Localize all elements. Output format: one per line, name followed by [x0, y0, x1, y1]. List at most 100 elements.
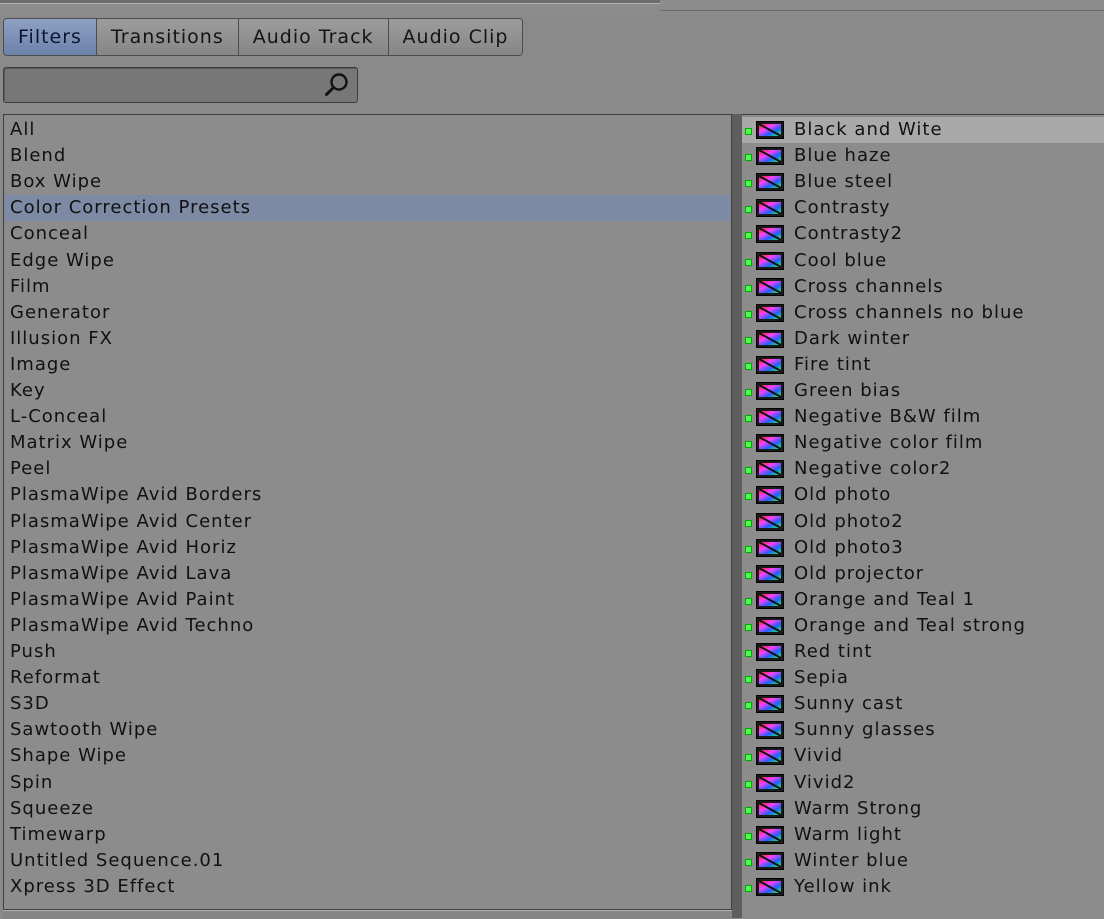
effect-item[interactable]: Negative B&W film — [742, 404, 1104, 430]
effect-item[interactable]: Negative color2 — [742, 456, 1104, 482]
color-effect-icon — [756, 538, 784, 557]
effect-item[interactable]: Orange and Teal 1 — [742, 587, 1104, 613]
effect-item[interactable]: Red tint — [742, 639, 1104, 665]
effect-item[interactable]: Green bias — [742, 378, 1104, 404]
effect-item[interactable]: Winter blue — [742, 848, 1104, 874]
category-item[interactable]: All — [4, 117, 731, 143]
effect-item[interactable]: Yellow ink — [742, 874, 1104, 900]
color-effect-icon — [756, 877, 784, 896]
tab-transitions[interactable]: Transitions — [96, 19, 239, 55]
status-dot-icon — [745, 780, 752, 788]
category-item[interactable]: Xpress 3D Effect — [4, 874, 731, 900]
tab-audio-clip[interactable]: Audio Clip — [388, 19, 523, 55]
effect-item[interactable]: Sepia — [742, 665, 1104, 691]
status-dot-icon — [745, 545, 752, 553]
effect-item[interactable]: Orange and Teal strong — [742, 613, 1104, 639]
effect-label: Cross channels no blue — [794, 301, 1025, 323]
category-item[interactable]: Push — [4, 639, 731, 665]
effect-item[interactable]: Vivid — [742, 743, 1104, 769]
effect-label: Red tint — [794, 641, 873, 662]
effect-list[interactable]: Black and Wite Blue haze Blue steel Contras… — [742, 114, 1104, 918]
category-item[interactable]: PlasmaWipe Avid Borders — [4, 482, 731, 508]
category-item[interactable]: Key — [4, 378, 731, 404]
category-item[interactable]: Squeeze — [4, 796, 731, 822]
category-item[interactable]: PlasmaWipe Avid Lava — [4, 561, 731, 587]
effect-item[interactable]: Fire tint — [742, 352, 1104, 378]
effect-item[interactable]: Sunny glasses — [742, 717, 1104, 743]
status-dot-icon — [745, 597, 752, 605]
category-item[interactable]: Generator — [4, 300, 731, 326]
status-dot-icon — [745, 180, 752, 188]
effect-item[interactable]: Contrasty — [742, 195, 1104, 221]
category-item[interactable]: PlasmaWipe Avid Horiz — [4, 535, 731, 561]
category-list[interactable]: All Blend Box Wipe Color Correction Presets… — [3, 114, 732, 910]
tab-filters[interactable]: Filters — [4, 19, 97, 55]
effect-item[interactable]: Vivid2 — [742, 770, 1104, 796]
effect-label: Green bias — [794, 380, 902, 401]
effect-item[interactable]: Old photo3 — [742, 535, 1104, 561]
top-edge-line — [660, 10, 1104, 11]
category-item[interactable]: Reformat — [4, 665, 731, 691]
effect-item[interactable]: Dark winter — [742, 326, 1104, 352]
effect-item[interactable]: Contrasty2 — [742, 221, 1104, 247]
category-item[interactable]: Box Wipe — [4, 169, 731, 195]
status-dot-icon — [745, 284, 752, 292]
effect-item[interactable]: Old photo2 — [742, 509, 1104, 535]
effect-label: Contrasty — [794, 197, 891, 219]
color-effect-icon — [756, 799, 784, 818]
status-dot-icon — [745, 676, 752, 684]
category-item[interactable]: L-Conceal — [4, 404, 731, 430]
color-effect-icon — [756, 303, 784, 322]
effect-item[interactable]: Cross channels no blue — [742, 300, 1104, 326]
category-item[interactable]: Blend — [4, 143, 731, 169]
effect-label: Cool blue — [794, 249, 888, 271]
status-dot-icon — [745, 571, 752, 579]
category-item[interactable]: Peel — [4, 456, 731, 482]
effect-item[interactable]: Cross channels — [742, 274, 1104, 300]
category-item[interactable]: Edge Wipe — [4, 248, 731, 274]
status-dot-icon — [745, 702, 752, 710]
color-effect-icon — [756, 721, 784, 740]
category-item[interactable]: Timewarp — [4, 822, 731, 848]
category-item[interactable]: Image — [4, 352, 731, 378]
color-effect-icon — [756, 643, 784, 661]
effect-label: Vivid2 — [794, 771, 856, 793]
status-dot-icon — [745, 806, 752, 814]
category-item[interactable]: S3D — [4, 691, 731, 717]
effect-item[interactable]: Cool blue — [742, 248, 1104, 274]
category-item[interactable]: PlasmaWipe Avid Center — [4, 509, 731, 535]
effect-item[interactable]: Warm Strong — [742, 796, 1104, 822]
effect-label: Negative color2 — [794, 458, 952, 480]
tab-audio-track[interactable]: Audio Track — [238, 19, 389, 55]
category-item[interactable]: Illusion FX — [4, 326, 731, 352]
search-icon[interactable] — [323, 71, 351, 99]
category-item[interactable]: Shape Wipe — [4, 743, 731, 769]
color-effect-icon — [756, 355, 784, 374]
search-input[interactable] — [10, 72, 314, 100]
status-dot-icon — [745, 519, 752, 527]
category-item[interactable]: Conceal — [4, 221, 731, 247]
panel-divider[interactable] — [732, 114, 742, 918]
status-dot-icon — [745, 206, 752, 214]
category-item[interactable]: Film — [4, 274, 731, 300]
effect-item[interactable]: Blue haze — [742, 143, 1104, 169]
category-item[interactable]: Spin — [4, 770, 731, 796]
effect-item[interactable]: Black and Wite — [742, 117, 1104, 143]
effect-item[interactable]: Old projector — [742, 561, 1104, 587]
category-item[interactable]: Color Correction Presets — [4, 195, 731, 222]
color-effect-icon — [756, 251, 784, 270]
color-effect-icon — [756, 277, 784, 296]
effect-item[interactable]: Warm light — [742, 822, 1104, 848]
color-effect-icon — [756, 382, 784, 400]
effect-item[interactable]: Blue steel — [742, 169, 1104, 195]
category-item[interactable]: PlasmaWipe Avid Techno — [4, 613, 731, 639]
effect-item[interactable]: Sunny cast — [742, 691, 1104, 717]
status-dot-icon — [745, 415, 752, 423]
category-item[interactable]: Matrix Wipe — [4, 430, 731, 456]
category-item[interactable]: Sawtooth Wipe — [4, 717, 731, 743]
effect-item[interactable]: Negative color film — [742, 430, 1104, 456]
category-item[interactable]: PlasmaWipe Avid Paint — [4, 587, 731, 613]
effect-item[interactable]: Old photo — [742, 482, 1104, 508]
category-item[interactable]: Untitled Sequence.01 — [4, 848, 731, 874]
effect-label: Winter blue — [794, 849, 909, 871]
